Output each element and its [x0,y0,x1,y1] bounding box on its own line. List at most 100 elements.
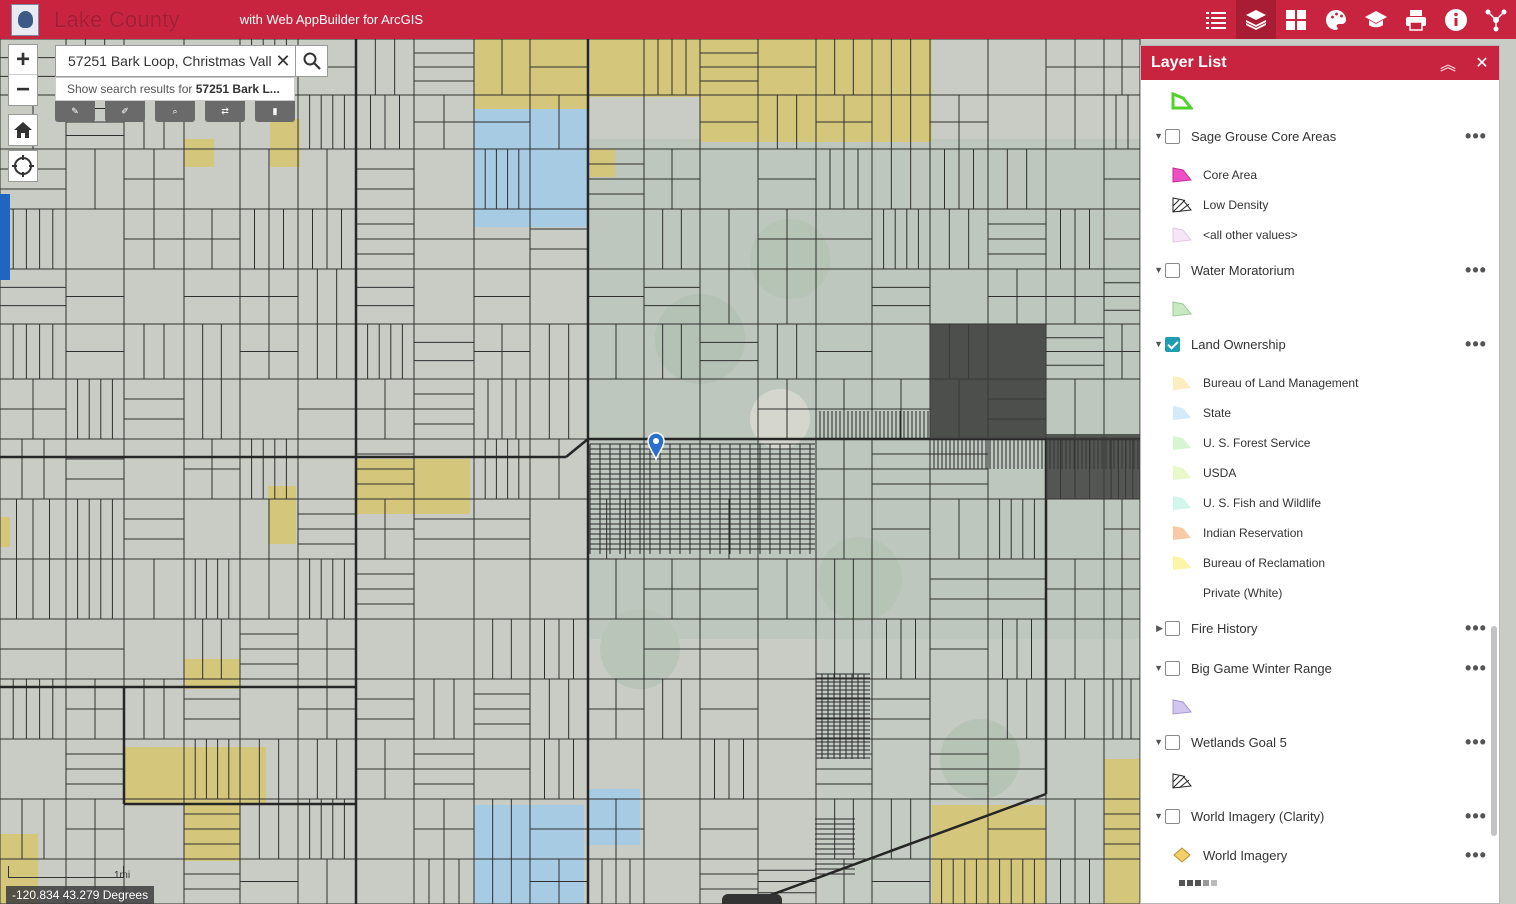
basemap-gallery-icon[interactable] [1276,0,1316,39]
layer-checkbox[interactable] [1165,734,1180,750]
search-icon [303,52,321,70]
state-swatch [1173,406,1191,420]
suggestion-prefix: Show search results for [67,82,196,96]
education-icon[interactable] [1356,0,1396,39]
header-toolbar [1196,0,1516,39]
layer-checkbox-checked[interactable] [1165,336,1180,352]
zoom-in-button[interactable]: + [9,45,37,75]
layer-row-wetlands[interactable]: ▼ Wetlands Goal 5 ••• [1141,730,1491,754]
suggestion-address: 57251 Bark L... [195,82,280,96]
more-options-icon[interactable]: ••• [1461,846,1491,864]
other-values-swatch [1172,227,1192,243]
imagery-diamond-icon [1173,847,1191,863]
layer-checkbox[interactable] [1165,620,1180,636]
print-icon[interactable] [1396,0,1436,39]
legend-item [1171,89,1203,113]
zoom-out-button[interactable]: − [9,75,37,105]
layer-row-fire-history[interactable]: ▶ Fire History ••• [1141,616,1491,640]
clear-search-icon[interactable]: ✕ [271,46,295,76]
layer-checkbox[interactable] [1165,128,1180,144]
search-button[interactable] [295,46,327,76]
layer-row-world-imagery[interactable]: ▼ World Imagery (Clarity) ••• [1141,804,1491,828]
forest-service-swatch [1173,436,1191,450]
locate-button[interactable] [8,150,38,182]
legend-item: Indian Reservation [1171,521,1303,545]
more-options-icon[interactable]: ••• [1461,261,1491,279]
more-options-icon[interactable]: ••• [1461,807,1491,825]
legend-item [1171,297,1203,321]
layers-icon[interactable] [1236,0,1276,39]
coordinate-readout: -120.834 43.279 Degrees [6,886,155,904]
legend-list-icon[interactable] [1196,0,1236,39]
more-options-icon[interactable]: ••• [1461,733,1491,751]
expand-caret-icon[interactable]: ▼ [1141,265,1165,275]
expand-caret-icon[interactable]: ▼ [1141,811,1165,821]
more-options-icon[interactable]: ••• [1461,335,1491,353]
layer-label: Land Ownership [1191,336,1286,352]
expand-caret-icon[interactable]: ▼ [1141,131,1165,141]
legend-label: U. S. Fish and Wildlife [1203,496,1322,510]
search-suggestion[interactable]: Show search results for 57251 Bark L... [55,77,295,101]
legend-label: State [1203,406,1232,420]
more-options-icon[interactable]: ••• [1461,659,1491,677]
map-tool-row: ✎ ✐ ⌕ ⇄ ▮ [55,101,295,122]
hatch-swatch [1172,197,1192,213]
legend-label: Bureau of Land Management [1203,376,1359,390]
legend-label: Core Area [1203,168,1258,182]
core-area-swatch [1172,167,1192,183]
expand-caret-icon[interactable]: ▼ [1141,663,1165,673]
locate-icon [12,155,34,177]
legend-item: Private (White) [1171,581,1282,605]
layer-label: Wetlands Goal 5 [1191,734,1287,750]
attribute-table-tab[interactable] [722,894,782,904]
app-title: Lake County [54,6,180,32]
bookmark-icon[interactable]: ▮ [255,101,295,122]
legend-item: Core Area [1171,163,1257,187]
polygon-swatch [1171,92,1193,110]
legend-item: Bureau of Land Management [1171,371,1358,395]
more-options-icon[interactable]: ••• [1461,127,1491,145]
legend-item: <all other values> [1171,223,1298,247]
swap-icon[interactable]: ⇄ [205,101,245,122]
panel-title: Layer List [1151,54,1227,71]
expand-caret-icon[interactable]: ▼ [1141,339,1165,349]
layer-label: Sage Grouse Core Areas [1191,128,1337,144]
panel-scrollbar[interactable] [1491,626,1497,836]
expand-caret-icon[interactable]: ▶ [1141,623,1165,634]
theme-icon[interactable] [1316,0,1356,39]
legend-item: World Imagery ••• [1171,843,1491,867]
app-root: Lake County with Web AppBuilder for ArcG… [0,0,1516,904]
home-button[interactable] [8,114,38,146]
layer-row-water-moratorium[interactable]: ▼ Water Moratorium ••• [1141,258,1491,282]
legend-label: Bureau of Reclamation [1203,556,1326,570]
search-widget: ✕ [55,45,328,77]
loading-indicator [1179,880,1217,886]
layer-row-land-ownership[interactable]: ▼ Land Ownership ••• [1141,332,1491,356]
search-input[interactable] [56,46,271,76]
more-options-icon[interactable]: ••• [1461,619,1491,637]
legend-label: Low Density [1203,198,1269,212]
legend-item: Bureau of Reclamation [1171,551,1325,575]
side-panel-tab[interactable] [0,194,10,280]
collapse-panel-icon[interactable]: ︽ [1431,46,1465,80]
share-icon[interactable] [1476,0,1516,39]
select-icon[interactable]: ⌕ [155,101,195,122]
draw-icon[interactable]: ✐ [105,101,145,122]
layer-checkbox[interactable] [1165,262,1180,278]
indian-reservation-swatch [1173,526,1191,540]
close-panel-icon[interactable]: ✕ [1465,46,1499,80]
expand-caret-icon[interactable]: ▼ [1141,737,1165,747]
legend-label: <all other values> [1203,228,1298,242]
legend-label: Indian Reservation [1203,526,1304,540]
info-icon[interactable] [1436,0,1476,39]
measure-icon[interactable]: ✎ [55,101,95,122]
layer-row-big-game[interactable]: ▼ Big Game Winter Range ••• [1141,656,1491,680]
county-logo [11,3,39,36]
layer-row-sage-grouse[interactable]: ▼ Sage Grouse Core Areas ••• [1141,124,1491,148]
wetlands-hatch-swatch [1172,773,1192,789]
legend-item: U. S. Fish and Wildlife [1171,491,1321,515]
layer-checkbox[interactable] [1165,808,1180,824]
legend-label: U. S. Forest Service [1203,436,1311,450]
layer-checkbox[interactable] [1165,660,1180,676]
legend-label: Private (White) [1203,586,1283,600]
